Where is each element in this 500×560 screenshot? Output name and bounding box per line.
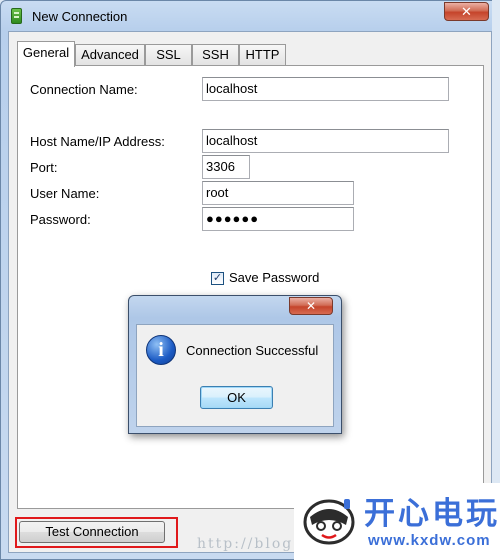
window-title: New Connection [32, 9, 128, 24]
username-label: User Name: [30, 186, 100, 201]
highlight-box [15, 517, 178, 548]
tab-http[interactable]: HTTP [239, 44, 286, 66]
save-password-label[interactable]: Save Password [229, 270, 319, 285]
password-input[interactable]: ●●●●●● [202, 207, 354, 231]
port-label: Port: [30, 160, 58, 175]
site-logo: 开心电玩 www.kxdw.com [294, 483, 500, 560]
password-label: Password: [30, 212, 91, 227]
window-client-area: General Advanced SSL SSH HTTP Connection… [8, 31, 492, 553]
host-input[interactable]: localhost [202, 129, 449, 153]
connection-name-label: Connection Name: [30, 82, 138, 97]
title-bar[interactable]: New Connection ✕ [1, 1, 499, 31]
logo-text: 开心电玩 [364, 496, 500, 531]
background-strip [492, 0, 500, 560]
dialog-close-button[interactable]: ✕ [289, 297, 333, 315]
logo-url: www.kxdw.com [368, 532, 491, 549]
ok-button[interactable]: OK [200, 386, 273, 409]
tab-ssl[interactable]: SSL [145, 44, 192, 66]
save-password-checkbox[interactable]: ✓ [211, 272, 224, 285]
general-tab-panel: Connection Name: localhost Host Name/IP … [17, 65, 484, 509]
host-label: Host Name/IP Address: [30, 134, 165, 149]
new-connection-window: New Connection ✕ General Advanced SSL SS… [0, 0, 500, 560]
connection-name-input[interactable]: localhost [202, 77, 449, 101]
dialog-message: Connection Successful [186, 343, 319, 358]
window-close-button[interactable]: ✕ [444, 2, 489, 21]
connection-success-dialog: ✕ i Connection Successful OK [128, 295, 342, 434]
app-icon [11, 8, 22, 24]
tab-ssh[interactable]: SSH [192, 44, 239, 66]
info-icon: i [146, 335, 176, 365]
tab-advanced[interactable]: Advanced [75, 44, 145, 66]
port-input[interactable]: 3306 [202, 155, 250, 179]
mascot-icon [303, 499, 355, 545]
watermark-url: http://blog [197, 536, 294, 552]
username-input[interactable]: root [202, 181, 354, 205]
dialog-client-area: i Connection Successful OK [136, 324, 334, 427]
tab-general[interactable]: General [17, 41, 75, 67]
